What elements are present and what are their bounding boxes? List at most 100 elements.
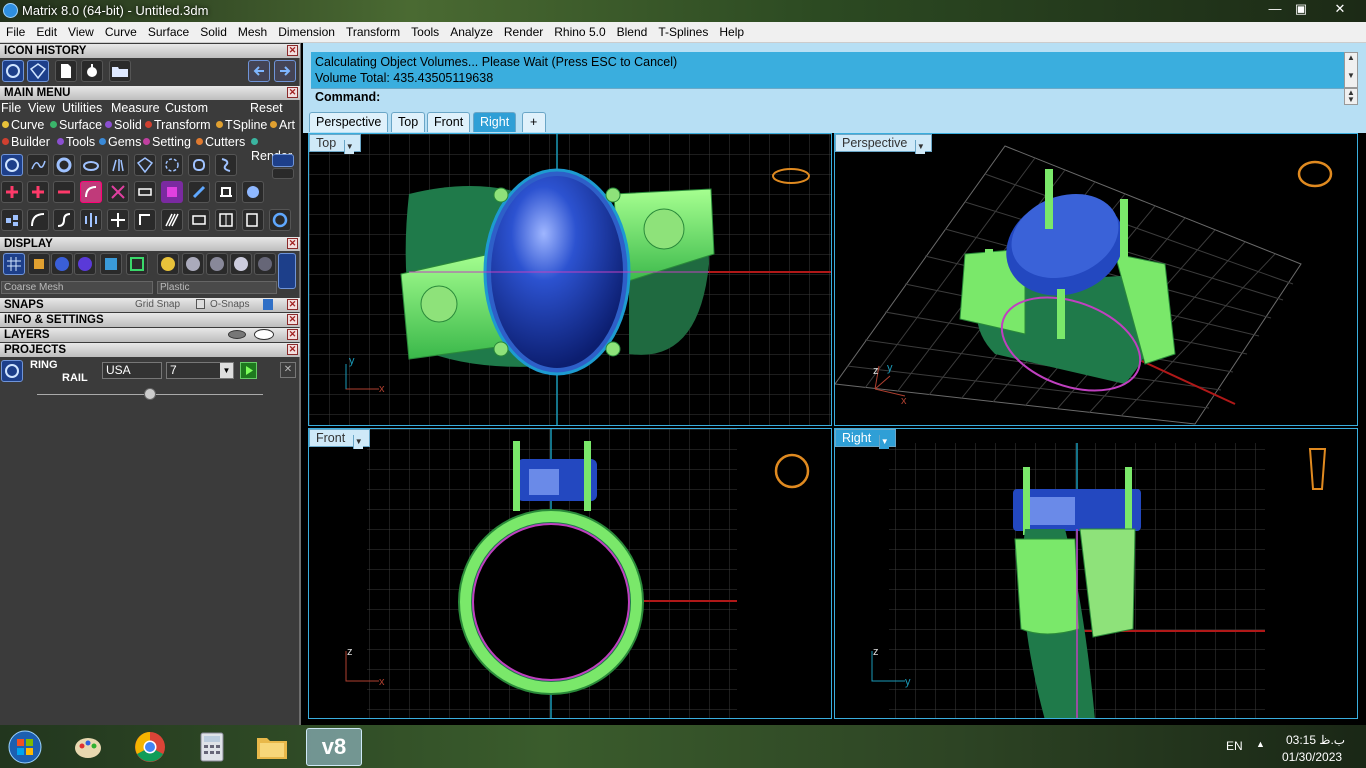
tab-perspective[interactable]: Perspective xyxy=(309,112,389,132)
menu-edit[interactable]: Edit xyxy=(30,22,62,39)
menu-file[interactable]: File xyxy=(0,22,30,39)
close-icon[interactable]: ✕ xyxy=(287,45,298,56)
move-icon[interactable] xyxy=(107,209,129,231)
category-gems[interactable]: Gems xyxy=(99,135,141,149)
menu-solid[interactable]: Solid xyxy=(194,22,232,39)
category-art[interactable]: Art xyxy=(270,118,295,132)
back-arrow-icon[interactable] xyxy=(248,60,270,82)
tab-front[interactable]: Front xyxy=(427,112,471,132)
reset-button[interactable]: Reset xyxy=(250,101,283,115)
cut-icon[interactable] xyxy=(242,209,264,231)
menu-curve[interactable]: Curve xyxy=(99,22,142,39)
command-scrollbar[interactable]: ▲ ▼ xyxy=(1344,88,1358,105)
main-menu-custom[interactable]: Custom xyxy=(165,101,208,115)
grid-snap-toggle[interactable]: Grid Snap xyxy=(135,298,180,312)
add-point-icon[interactable] xyxy=(1,181,23,203)
display-panel-toggle-icon[interactable] xyxy=(278,253,296,289)
explorer-app-icon[interactable] xyxy=(246,728,298,766)
flow-icon[interactable] xyxy=(215,209,237,231)
close-icon[interactable]: ✕ xyxy=(287,238,298,249)
gem-tool-icon[interactable] xyxy=(27,60,49,82)
remove-point-icon[interactable] xyxy=(53,181,75,203)
add-tab-button[interactable]: + xyxy=(522,112,546,132)
viewport-top[interactable]: y x Top ▼ xyxy=(308,133,832,426)
plastic-material-icon[interactable] xyxy=(230,253,252,275)
chevron-down-icon[interactable]: ▼ xyxy=(353,435,364,449)
viewport-front[interactable]: z x Front ▼ xyxy=(308,428,832,719)
viewport-right-label[interactable]: Right ▼ xyxy=(835,429,897,449)
ring-rail-icon[interactable] xyxy=(1,360,23,382)
main-menu-utilities[interactable]: Utilities xyxy=(62,101,102,115)
menu-analyze[interactable]: Analyze xyxy=(444,22,498,39)
torus-icon[interactable] xyxy=(80,154,102,176)
arc-icon[interactable] xyxy=(27,209,49,231)
layer-visibility-icon[interactable] xyxy=(228,330,246,339)
close-icon[interactable]: ✕ xyxy=(287,87,298,98)
pipe-icon[interactable] xyxy=(215,181,237,203)
pen-icon[interactable] xyxy=(188,181,210,203)
viewport-perspective-label[interactable]: Perspective ▼ xyxy=(835,134,933,154)
category-tools[interactable]: Tools xyxy=(57,135,95,149)
language-indicator[interactable]: EN xyxy=(1226,739,1243,753)
chrome-material-icon[interactable] xyxy=(206,253,228,275)
command-prompt[interactable]: Command: xyxy=(311,88,1344,105)
gold-material-icon[interactable] xyxy=(157,253,179,275)
rendered-view-icon[interactable] xyxy=(51,253,73,275)
gem-icon[interactable] xyxy=(134,154,156,176)
mirror-icon[interactable] xyxy=(80,209,102,231)
main-menu-header[interactable]: MAIN MENU ✕ xyxy=(0,86,300,100)
info-settings-header[interactable]: INFO & SETTINGS ✕ xyxy=(0,313,300,327)
wireframe-view-icon[interactable] xyxy=(3,253,25,275)
chrome-app-icon[interactable] xyxy=(124,728,176,766)
ring-size-system-field[interactable]: USA xyxy=(102,362,162,379)
add-control-icon[interactable] xyxy=(27,181,49,203)
silver-material-icon[interactable] xyxy=(182,253,204,275)
menu-rhino[interactable]: Rhino 5.0 xyxy=(548,22,610,39)
menu-dimension[interactable]: Dimension xyxy=(272,22,340,39)
close-icon[interactable]: ✕ xyxy=(287,314,298,325)
view-cube-ring-icon[interactable] xyxy=(774,453,810,489)
view-cube-ring-icon[interactable] xyxy=(1297,160,1333,188)
menu-mesh[interactable]: Mesh xyxy=(232,22,272,39)
join-icon[interactable] xyxy=(134,181,156,203)
matte-material-icon[interactable] xyxy=(254,253,276,275)
array-icon[interactable] xyxy=(161,209,183,231)
category-surface[interactable]: Surface xyxy=(50,118,102,132)
osnap-checkbox[interactable] xyxy=(196,299,205,309)
category-cutters[interactable]: Cutters xyxy=(196,135,245,149)
tray-expand-icon[interactable]: ▲ xyxy=(1256,739,1265,749)
spline-icon[interactable] xyxy=(27,154,49,176)
scale-icon[interactable] xyxy=(188,209,210,231)
viewport-top-label[interactable]: Top ▼ xyxy=(309,134,362,154)
edit-curve-icon[interactable] xyxy=(80,181,102,203)
remove-icon[interactable]: ✕ xyxy=(280,362,296,378)
icon-history-header[interactable]: ICON HISTORY ✕ xyxy=(0,44,300,58)
view-cube-ring-icon[interactable] xyxy=(1308,448,1327,490)
calculator-app-icon[interactable] xyxy=(186,728,238,766)
maximize-button[interactable]: ▣ xyxy=(1288,0,1314,20)
bezel-icon[interactable] xyxy=(161,154,183,176)
tab-top[interactable]: Top xyxy=(391,112,426,132)
menu-transform[interactable]: Transform xyxy=(340,22,405,39)
main-menu-file[interactable]: File xyxy=(1,101,21,115)
boolean-icon[interactable] xyxy=(161,181,183,203)
category-builder[interactable]: Builder xyxy=(2,135,50,149)
technical-view-icon[interactable] xyxy=(126,253,148,275)
shank-icon[interactable] xyxy=(215,154,237,176)
clock-time[interactable]: 03:15 ب.ظ xyxy=(1286,733,1345,747)
close-icon[interactable]: ✕ xyxy=(287,299,298,310)
panel-toggle-icon[interactable] xyxy=(272,154,294,167)
forward-arrow-icon[interactable] xyxy=(274,60,296,82)
pointer-icon[interactable] xyxy=(81,60,103,82)
menu-blend[interactable]: Blend xyxy=(611,22,653,39)
rotate-icon[interactable] xyxy=(134,209,156,231)
fillet-icon[interactable] xyxy=(53,209,75,231)
chevron-down-icon[interactable]: ▼ xyxy=(220,363,233,378)
eye-icon[interactable] xyxy=(254,329,274,340)
split-icon[interactable] xyxy=(107,181,129,203)
close-icon[interactable]: ✕ xyxy=(287,329,298,340)
menu-tsplines[interactable]: T-Splines xyxy=(652,22,713,39)
minimize-button[interactable]: — xyxy=(1262,0,1288,20)
category-transform[interactable]: Transform xyxy=(145,118,211,132)
clock-date[interactable]: 01/30/2023 xyxy=(1282,750,1342,764)
